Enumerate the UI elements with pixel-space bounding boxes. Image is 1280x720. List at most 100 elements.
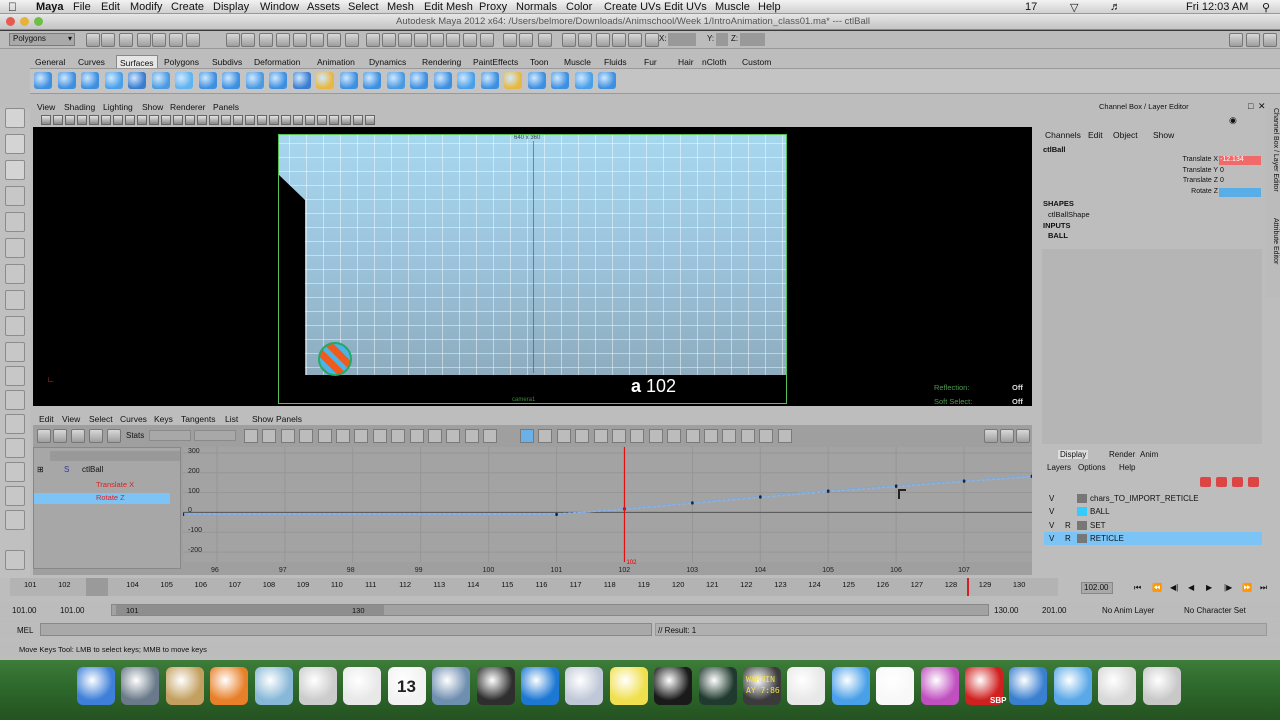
graph-tool-icon[interactable] [667, 429, 682, 443]
shelf-tab[interactable]: Muscle [561, 55, 594, 68]
toggle-panel-icon[interactable] [1229, 33, 1243, 47]
status-tool-icon[interactable] [382, 33, 396, 47]
input-node[interactable]: BALL [1048, 231, 1068, 240]
dock-app-icon[interactable] [77, 667, 115, 705]
graph-tool-icon[interactable] [336, 429, 350, 443]
current-time-marker[interactable] [86, 578, 109, 596]
mac-menu-item[interactable]: Assets [307, 1, 340, 13]
dock-app-icon[interactable] [609, 667, 648, 705]
viewport-tool-icon[interactable] [41, 115, 51, 125]
channel-menu-item[interactable]: Channels [1045, 130, 1081, 140]
shelf-tab[interactable]: Polygons [161, 55, 202, 68]
key-point[interactable] [962, 480, 966, 483]
shelf-tool-icon[interactable] [151, 72, 170, 89]
graph-menu-item[interactable]: View [62, 414, 80, 424]
graph-menu-item[interactable]: Show [252, 414, 273, 424]
graph-canvas[interactable] [183, 447, 1032, 562]
mac-menu-item[interactable]: Create UVs [604, 1, 661, 13]
close-panel-icon[interactable]: ✕ [1258, 101, 1266, 112]
x-field[interactable] [668, 33, 696, 46]
ball[interactable] [318, 342, 352, 376]
viewport-tool-icon[interactable] [125, 115, 135, 125]
dock-app-icon[interactable] [565, 667, 604, 705]
channel-attr-value[interactable]: 0 [1219, 167, 1261, 176]
graph-tool-icon[interactable] [446, 429, 461, 443]
app-menu-maya[interactable]: Maya [36, 1, 64, 13]
toolbox-tool-icon[interactable] [5, 390, 25, 410]
shelf-tool-icon[interactable] [81, 72, 99, 89]
volume-icon[interactable]: ♬ [1110, 1, 1121, 13]
toolbox-tool-icon[interactable] [5, 486, 25, 506]
mac-menu-item[interactable]: Create [171, 1, 204, 13]
shelf-tool-icon[interactable] [128, 72, 146, 89]
dock-app-icon[interactable] [210, 667, 249, 705]
graph-menu-item[interactable]: List [225, 414, 238, 424]
shelf-tab[interactable]: PaintEffects [470, 55, 521, 68]
graph-tool-icon[interactable] [1016, 429, 1030, 443]
layer-color-swatch[interactable] [1077, 520, 1087, 530]
viewport-menu-item[interactable]: View [37, 102, 55, 112]
mac-menu-item[interactable]: Mesh [387, 1, 414, 13]
shelf-tool-icon[interactable] [363, 72, 381, 89]
toolbox-tool-icon[interactable] [5, 290, 25, 310]
shelf-tab[interactable]: nCloth [699, 55, 730, 68]
toolbox-tool-icon[interactable] [5, 212, 25, 232]
graph-tool-icon[interactable] [464, 429, 479, 443]
status-tool-icon[interactable] [578, 33, 592, 47]
status-tool-icon[interactable] [186, 33, 200, 47]
layer-tool-icon[interactable] [1216, 477, 1227, 487]
playback-button-icon[interactable]: ⏭ [1260, 583, 1267, 593]
viewport-tool-icon[interactable] [209, 115, 219, 125]
shelf-tool-icon[interactable] [269, 72, 287, 89]
shelf-tool-icon[interactable] [504, 72, 522, 89]
command-language-label[interactable]: MEL [17, 626, 33, 635]
mac-menu-item[interactable]: Normals [516, 1, 557, 13]
toolbox-tool-icon[interactable] [5, 462, 25, 482]
shelf-tool-icon[interactable] [410, 72, 428, 89]
status-tool-icon[interactable] [628, 33, 642, 47]
status-tool-icon[interactable] [119, 33, 133, 47]
graph-tool-icon[interactable] [89, 429, 103, 443]
shelf-tool-icon[interactable] [339, 72, 358, 89]
key-point[interactable] [555, 512, 558, 516]
status-tool-icon[interactable] [596, 33, 610, 47]
status-tool-icon[interactable] [562, 33, 576, 47]
search-icon[interactable]: ⚲ [1262, 1, 1270, 14]
layer-row[interactable]: Vchars_TO_IMPORT_RETICLE [1044, 492, 1262, 505]
shelf-tab[interactable]: Animation [314, 55, 358, 68]
layer-menu-item[interactable]: Layers [1047, 463, 1071, 472]
layer-visibility-toggle[interactable]: V [1049, 521, 1054, 530]
playback-button-icon[interactable]: ⏪ [1152, 583, 1162, 592]
shelf-tool-icon[interactable] [551, 72, 569, 89]
mac-menu-item[interactable]: Select [348, 1, 379, 13]
shelf-tool-icon[interactable] [433, 72, 452, 89]
range-handle[interactable]: 101 130 [116, 605, 384, 615]
close-window-icon[interactable] [6, 17, 15, 26]
side-tab-channel-box[interactable]: Channel Box / Layer Editor [1267, 108, 1279, 212]
graph-tool-icon[interactable] [520, 429, 534, 443]
graph-tool-icon[interactable] [262, 429, 277, 443]
graph-tool-icon[interactable] [428, 429, 442, 443]
mac-menu-item[interactable]: Modify [130, 1, 162, 13]
shelf-tab[interactable]: Toon [527, 55, 551, 68]
viewport-tool-icon[interactable] [305, 115, 315, 125]
graph-menu-item[interactable]: Edit [39, 414, 54, 424]
dock-app-icon[interactable] [165, 667, 204, 705]
status-tool-icon[interactable] [345, 33, 359, 47]
dock-app-icon[interactable] [831, 667, 870, 705]
playback-button-icon[interactable]: ◀| [1170, 583, 1178, 592]
graph-tool-icon[interactable] [777, 429, 792, 443]
mac-menu-item[interactable]: Color [566, 1, 592, 13]
graph-tool-icon[interactable] [612, 429, 626, 443]
playback-start[interactable]: 101.00 [60, 606, 84, 615]
status-tool-icon[interactable] [259, 33, 273, 47]
start-time[interactable]: 101.00 [12, 606, 36, 615]
status-tool-icon[interactable] [645, 33, 659, 47]
channel-attr-row[interactable]: Translate X -12.134 [1140, 156, 1262, 166]
shelf-tool-icon[interactable] [480, 72, 499, 89]
z-field[interactable] [740, 33, 765, 46]
toolbox-tool-icon[interactable] [5, 186, 25, 206]
toolbox-tool-icon[interactable] [5, 264, 25, 284]
viewport-tool-icon[interactable] [293, 115, 303, 125]
shelf-tool-icon[interactable] [222, 72, 240, 89]
